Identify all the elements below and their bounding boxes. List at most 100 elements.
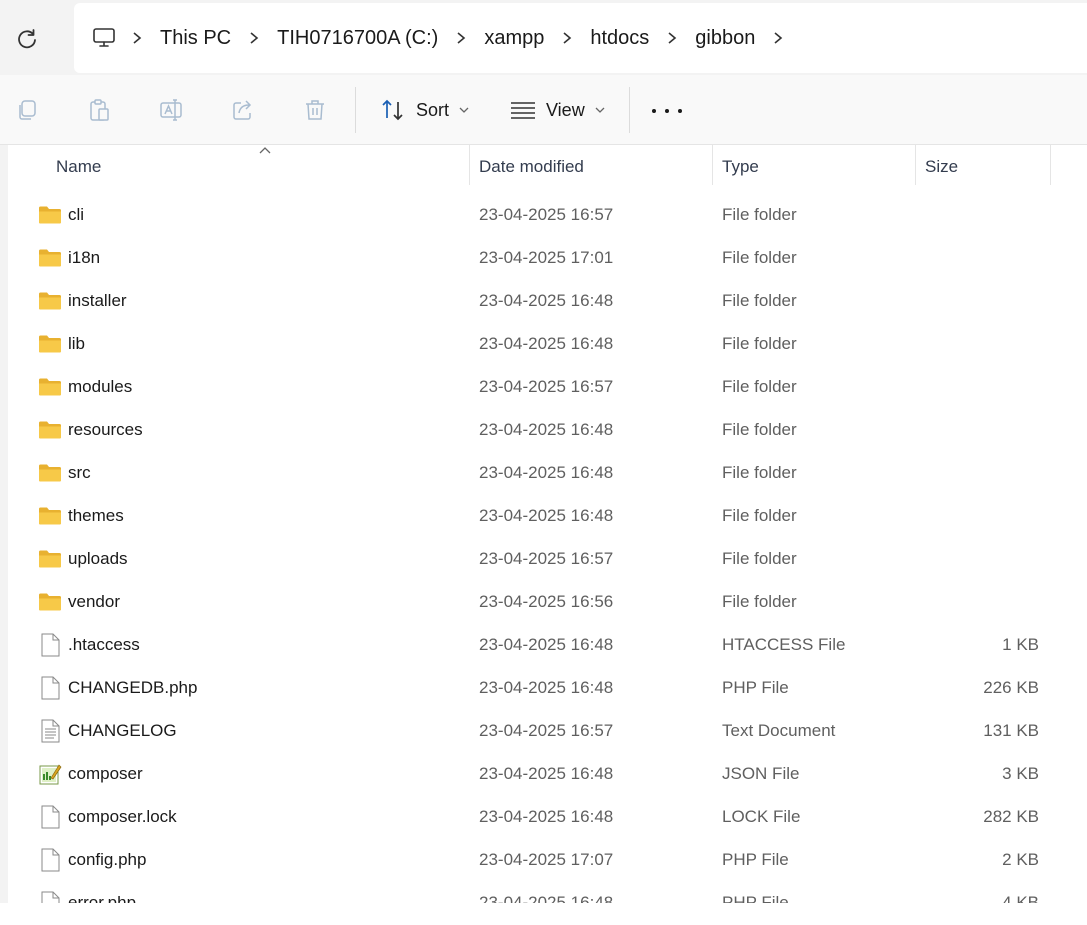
file-date-modified: 23-04-2025 16:48 (479, 333, 614, 353)
json-file-icon (38, 752, 62, 795)
breadcrumb-htdocs[interactable]: htdocs (586, 27, 653, 50)
breadcrumb-xampp[interactable]: xampp (480, 27, 548, 50)
file-type: File folder (722, 333, 797, 353)
column-divider[interactable] (469, 145, 470, 185)
file-name: composer (68, 763, 143, 783)
share-button[interactable] (228, 95, 258, 125)
breadcrumb-gibbon[interactable]: gibbon (691, 27, 759, 50)
file-date-modified: 23-04-2025 16:48 (479, 290, 614, 310)
folder-icon (38, 537, 62, 580)
column-header-size[interactable]: Size (925, 145, 958, 189)
more-dot-icon (652, 109, 656, 113)
file-row[interactable]: CHANGEDB.php 23-04-2025 16:48 PHP File 226 … (8, 666, 1087, 709)
file-type: File folder (722, 462, 797, 482)
file-size (928, 236, 1039, 279)
file-row[interactable]: lib 23-04-2025 16:48 File folder (8, 322, 1087, 365)
file-date-modified: 23-04-2025 16:48 (479, 677, 614, 697)
chevron-right-icon[interactable] (235, 31, 273, 45)
file-name: i18n (68, 247, 101, 267)
file-type: File folder (722, 247, 797, 267)
refresh-button[interactable] (10, 22, 44, 56)
file-date-modified: 23-04-2025 16:56 (479, 591, 614, 611)
file-size: 282 KB (983, 806, 1039, 826)
file-row[interactable]: resources 23-04-2025 16:48 File folder (8, 408, 1087, 451)
column-header-type[interactable]: Type (722, 145, 759, 189)
file-date-modified: 23-04-2025 16:57 (479, 548, 614, 568)
file-name: .htaccess (68, 634, 140, 654)
file-row[interactable]: modules 23-04-2025 16:57 File folder (8, 365, 1087, 408)
folder-icon (38, 365, 62, 408)
chevron-right-icon[interactable] (118, 31, 156, 45)
column-header-name[interactable]: Name (56, 145, 101, 189)
see-more-button[interactable] (652, 101, 682, 121)
file-row[interactable]: composer.lock 23-04-2025 16:48 LOCK File 28… (8, 795, 1087, 838)
chevron-down-icon (459, 107, 469, 113)
file-date-modified: 23-04-2025 16:48 (479, 892, 614, 904)
folder-icon (38, 494, 62, 537)
file-type: File folder (722, 591, 797, 611)
status-area (0, 903, 1087, 925)
column-header-row: Name Date modified Type Size (8, 145, 1087, 189)
column-header-date[interactable]: Date modified (479, 145, 584, 189)
column-divider[interactable] (915, 145, 916, 185)
file-list-pane: Name Date modified Type Size cli 23-04-20… (0, 145, 1087, 903)
column-divider[interactable] (1050, 145, 1051, 185)
paste-button[interactable] (84, 95, 114, 125)
delete-button[interactable] (300, 95, 330, 125)
file-type: File folder (722, 290, 797, 310)
trash-icon (306, 100, 324, 120)
file-name: composer.lock (68, 806, 177, 826)
file-size (928, 451, 1039, 494)
file-date-modified: 23-04-2025 16:48 (479, 505, 614, 525)
sort-icon (382, 99, 403, 121)
file-row[interactable]: error.php 23-04-2025 16:48 PHP File 4 KB (8, 881, 1087, 903)
navigation-bar: This PC TIH0716700A (C:) xampp htdocs gi… (0, 0, 1087, 75)
view-list-icon (511, 102, 535, 119)
sort-label: Sort (416, 99, 450, 120)
rename-icon (160, 99, 182, 121)
file-icon (38, 838, 62, 881)
breadcrumb-drive[interactable]: TIH0716700A (C:) (273, 27, 442, 50)
sort-button[interactable]: Sort (380, 93, 469, 127)
rename-button[interactable] (156, 95, 186, 125)
file-row[interactable]: .htaccess 23-04-2025 16:48 HTACCESS File 1 … (8, 623, 1087, 666)
file-name: CHANGELOG (68, 720, 177, 740)
chevron-right-icon[interactable] (442, 31, 480, 45)
file-size: 4 KB (1002, 892, 1039, 904)
command-bar: Sort View (0, 75, 1087, 145)
file-row[interactable]: src 23-04-2025 16:48 File folder (8, 451, 1087, 494)
pane-edge (0, 145, 8, 903)
copy-button[interactable] (12, 95, 42, 125)
folder-icon (38, 322, 62, 365)
view-button[interactable]: View (510, 93, 605, 127)
view-label: View (546, 99, 585, 120)
file-size (928, 279, 1039, 322)
file-row[interactable]: vendor 23-04-2025 16:56 File folder (8, 580, 1087, 623)
file-size (928, 580, 1039, 623)
chevron-right-icon[interactable] (759, 31, 797, 45)
file-size: 3 KB (1002, 763, 1039, 783)
file-row[interactable]: uploads 23-04-2025 16:57 File folder (8, 537, 1087, 580)
breadcrumb-this-pc[interactable]: This PC (156, 27, 235, 50)
file-icon (38, 795, 62, 838)
file-name: modules (68, 376, 133, 396)
column-divider[interactable] (712, 145, 713, 185)
address-bar[interactable]: This PC TIH0716700A (C:) xampp htdocs gi… (74, 3, 1087, 73)
chevron-right-icon[interactable] (653, 31, 691, 45)
file-row[interactable]: installer 23-04-2025 16:48 File folder (8, 279, 1087, 322)
refresh-icon (18, 29, 36, 49)
file-row[interactable]: CHANGELOG 23-04-2025 16:57 Text Document 13… (8, 709, 1087, 752)
file-row[interactable]: themes 23-04-2025 16:48 File folder (8, 494, 1087, 537)
computer-icon[interactable] (92, 25, 118, 51)
file-name: config.php (68, 849, 147, 869)
file-row[interactable]: composer 23-04-2025 16:48 JSON File 3 KB (8, 752, 1087, 795)
file-row[interactable]: i18n 23-04-2025 17:01 File folder (8, 236, 1087, 279)
chevron-right-icon[interactable] (548, 31, 586, 45)
file-name: installer (68, 290, 127, 310)
more-dot-icon (678, 109, 682, 113)
file-type: File folder (722, 505, 797, 525)
file-row[interactable]: cli 23-04-2025 16:57 File folder (8, 193, 1087, 236)
file-row[interactable]: config.php 23-04-2025 17:07 PHP File 2 KB (8, 838, 1087, 881)
file-name: themes (68, 505, 124, 525)
file-type: PHP File (722, 677, 789, 697)
